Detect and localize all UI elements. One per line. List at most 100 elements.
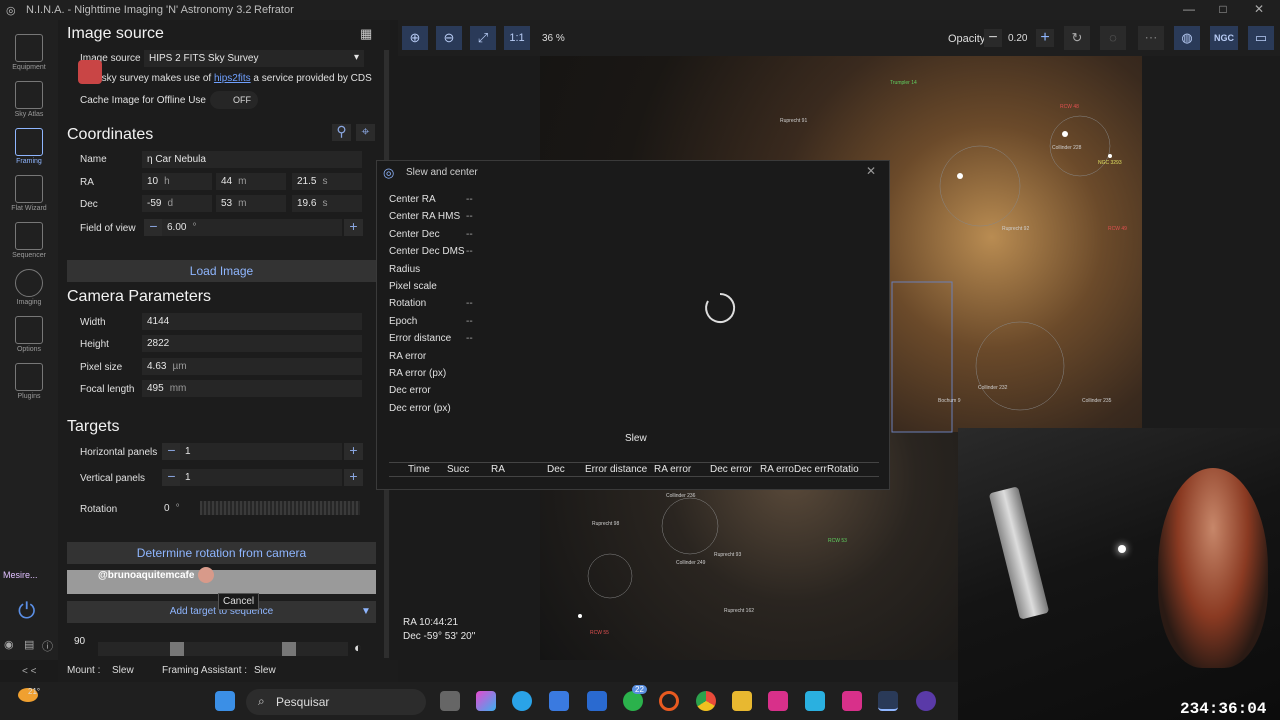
ra-minutes-input[interactable]: 44 m: [216, 173, 286, 190]
app-icon[interactable]: [842, 691, 862, 711]
ngc-toggle-button[interactable]: NGC: [1210, 26, 1238, 50]
sky-label: RCW 55: [590, 630, 609, 636]
rotation-slider[interactable]: [200, 501, 360, 515]
opacity-value[interactable]: 0.20: [1008, 33, 1027, 44]
frame-icon[interactable]: ▭: [1248, 26, 1274, 50]
zoom-out-icon[interactable]: ⊖: [436, 26, 462, 50]
edge-icon[interactable]: [512, 691, 532, 711]
lasso-icon[interactable]: ◌: [1100, 26, 1126, 50]
pin-icon[interactable]: ⌖: [356, 124, 375, 141]
column-header[interactable]: RA erro: [760, 464, 794, 475]
rocket-icon[interactable]: ⚲: [332, 124, 351, 141]
app-icon[interactable]: [768, 691, 788, 711]
app-icon[interactable]: [587, 691, 607, 711]
result-label: Center Dec DMS: [389, 246, 465, 258]
store-icon[interactable]: [549, 691, 569, 711]
book-icon[interactable]: ▤: [24, 638, 34, 651]
folder-icon[interactable]: [732, 691, 752, 711]
whatsapp-icon[interactable]: [623, 691, 643, 711]
copilot-icon[interactable]: [476, 691, 496, 711]
stream-emote: [78, 60, 102, 84]
globe-icon[interactable]: ◍: [1174, 26, 1200, 50]
column-header[interactable]: RA: [491, 464, 505, 475]
constellation-icon[interactable]: ⋯: [1138, 26, 1164, 50]
rail-plugins[interactable]: Plugins: [4, 359, 54, 405]
column-header[interactable]: Error distance: [585, 464, 647, 475]
eye-icon[interactable]: ◉: [4, 638, 14, 651]
power-icon[interactable]: ⏻: [18, 598, 35, 624]
fov-input[interactable]: 6.00 °: [162, 219, 342, 236]
rail-imaging[interactable]: Imaging: [4, 265, 54, 311]
column-header[interactable]: Dec: [547, 464, 565, 475]
column-header[interactable]: RA error: [654, 464, 691, 475]
fit-screen-icon[interactable]: ⤢: [470, 26, 496, 50]
app-icon[interactable]: [805, 691, 825, 711]
opacity-label: Opacity: [948, 33, 986, 45]
vpanels-decrement-button[interactable]: −: [162, 469, 181, 486]
chrome-icon[interactable]: [696, 691, 716, 711]
opacity-decrement-button[interactable]: −: [984, 29, 1002, 47]
close-button[interactable]: ✕: [1248, 2, 1270, 18]
column-header[interactable]: Time: [408, 464, 430, 475]
info-icon[interactable]: ⓘ: [42, 638, 53, 654]
cache-toggle[interactable]: OFF: [210, 91, 258, 109]
load-image-button[interactable]: Load Image: [67, 260, 376, 282]
rotation-value[interactable]: 0 °: [164, 503, 180, 514]
opacity-increment-button[interactable]: +: [1036, 29, 1054, 47]
nina-taskbar-icon[interactable]: [878, 691, 898, 711]
rotate-icon[interactable]: ↻: [1064, 26, 1090, 50]
task-view-icon[interactable]: [440, 691, 460, 711]
pixel-size-input[interactable]: 4.63 µm: [142, 358, 362, 375]
fov-increment-button[interactable]: +: [344, 219, 363, 236]
book-open-icon[interactable]: ▦: [360, 26, 372, 42]
column-header[interactable]: Dec err: [794, 464, 827, 475]
rail-equipment[interactable]: Equipment: [4, 30, 54, 76]
ra-seconds-input[interactable]: 21.5 s: [292, 173, 362, 190]
app-icon[interactable]: [916, 691, 936, 711]
column-header[interactable]: Succ: [447, 464, 469, 475]
image-slider[interactable]: [98, 642, 348, 656]
windows-start-icon[interactable]: [215, 691, 235, 711]
framing-rectangle[interactable]: [891, 281, 953, 433]
rail-framing[interactable]: Framing: [4, 124, 54, 170]
height-input[interactable]: 2822: [142, 335, 362, 352]
hpanels-input[interactable]: 1: [180, 443, 342, 460]
focal-length-input[interactable]: 495 mm: [142, 380, 362, 397]
minimize-button[interactable]: —: [1178, 2, 1200, 18]
hpanels-increment-button[interactable]: +: [344, 443, 363, 460]
maximize-button[interactable]: □: [1212, 2, 1234, 18]
dialog-close-button[interactable]: ✕: [866, 164, 876, 178]
ra-hours-input[interactable]: 10 h: [142, 173, 212, 190]
rotation-label: Rotation: [80, 504, 118, 515]
determine-rotation-button[interactable]: Determine rotation from camera: [67, 542, 376, 564]
taskbar-search[interactable]: ⌕ Pesquisar: [246, 689, 426, 715]
column-header[interactable]: Dec error: [710, 464, 752, 475]
name-label: Name: [80, 154, 107, 165]
dec-minutes-input[interactable]: 53 m: [216, 195, 286, 212]
slider-handle[interactable]: [170, 642, 184, 656]
width-input[interactable]: 4144: [142, 313, 362, 330]
dec-degrees-input[interactable]: -59 d: [142, 195, 212, 212]
rail-sequencer[interactable]: Sequencer: [4, 218, 54, 264]
hips2fits-link[interactable]: hips2fits: [214, 73, 251, 84]
rail-flat-wizard[interactable]: Flat Wizard: [4, 171, 54, 217]
rail-options[interactable]: Options: [4, 312, 54, 358]
dec-seconds-input[interactable]: 19.6 s: [292, 195, 362, 212]
office-icon[interactable]: [659, 691, 679, 711]
chevron-down-icon[interactable]: ▼: [361, 606, 371, 617]
ngc-circle: [975, 321, 1065, 411]
rail-sky-atlas[interactable]: Sky Atlas: [4, 77, 54, 123]
chevron-down-icon: ▾: [353, 52, 359, 63]
vpanels-input[interactable]: 1: [180, 469, 342, 486]
target-name-input[interactable]: η Car Nebula: [142, 151, 362, 168]
vpanels-increment-button[interactable]: +: [344, 469, 363, 486]
zoom-one-to-one-button[interactable]: 1:1: [504, 26, 530, 50]
sky-label: Ruprecht 92: [1002, 226, 1030, 232]
collapse-button[interactable]: < <: [22, 666, 36, 677]
hpanels-decrement-button[interactable]: −: [162, 443, 181, 460]
zoom-in-icon[interactable]: ⊕: [402, 26, 428, 50]
image-source-select[interactable]: HIPS 2 FITS Sky Survey ▾: [144, 50, 364, 67]
fov-decrement-button[interactable]: −: [144, 219, 163, 236]
slider-handle[interactable]: [282, 642, 296, 656]
column-header[interactable]: Rotatio: [827, 464, 859, 475]
